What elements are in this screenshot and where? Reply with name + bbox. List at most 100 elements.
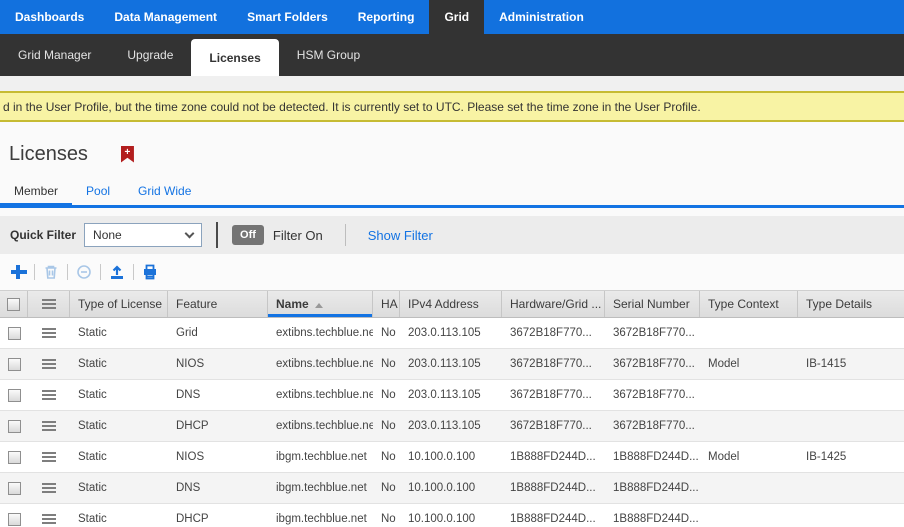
nav-item-dashboards[interactable]: Dashboards	[0, 0, 99, 34]
cell-feature: DNS	[168, 473, 268, 503]
nav-item-smart-folders[interactable]: Smart Folders	[232, 0, 343, 34]
table-row[interactable]: StaticDHCPibgm.techblue.netNo10.100.0.10…	[0, 504, 904, 527]
delete-icon[interactable]	[39, 260, 63, 284]
quick-filter-value: None	[93, 228, 122, 242]
subnav-item-upgrade[interactable]: Upgrade	[109, 34, 191, 76]
row-checkbox[interactable]	[0, 442, 28, 472]
divider	[216, 222, 218, 248]
column-header-type-of-license[interactable]: Type of License	[70, 291, 168, 317]
column-header-name[interactable]: Name	[268, 291, 373, 317]
row-checkbox[interactable]	[0, 318, 28, 348]
divider	[67, 264, 68, 280]
row-menu-icon[interactable]	[28, 504, 70, 527]
table-row[interactable]: StaticGridextibns.techblue.netNo203.0.11…	[0, 318, 904, 349]
disable-icon[interactable]	[72, 260, 96, 284]
cell-ha: No	[373, 380, 400, 410]
cell-type-context	[700, 411, 798, 441]
sort-indicator-bar	[268, 314, 372, 317]
hamburger-icon	[42, 419, 56, 433]
bookmark-add-icon[interactable]: +	[121, 146, 134, 163]
select-all-checkbox[interactable]	[0, 291, 28, 317]
column-header-ipv4-address[interactable]: IPv4 Address	[400, 291, 502, 317]
tab-grid-wide[interactable]: Grid Wide	[124, 180, 205, 205]
nav-item-administration[interactable]: Administration	[484, 0, 599, 34]
cell-name: extibns.techblue.net	[268, 318, 373, 348]
add-icon[interactable]	[6, 260, 30, 284]
title-row: Licenses +	[9, 142, 904, 166]
subnav-item-hsm-group[interactable]: HSM Group	[279, 34, 378, 76]
licenses-table: Type of License Feature Name HA IPv4 Add…	[0, 290, 904, 527]
row-menu-icon[interactable]	[28, 411, 70, 441]
cell-type-context: Model	[700, 349, 798, 379]
cell-serial-number: 1B888FD244D...	[605, 504, 700, 527]
cell-name: ibgm.techblue.net	[268, 504, 373, 527]
spacer-strip	[0, 76, 904, 91]
nav-item-grid[interactable]: Grid	[429, 0, 484, 34]
row-menu-icon[interactable]	[28, 349, 70, 379]
hamburger-icon	[42, 357, 56, 371]
row-menu-icon[interactable]	[28, 473, 70, 503]
checkbox-icon	[8, 513, 21, 526]
cell-serial-number: 1B888FD244D...	[605, 473, 700, 503]
cell-serial-number: 3672B18F770...	[605, 411, 700, 441]
show-filter-link[interactable]: Show Filter	[368, 228, 433, 243]
column-header-ha[interactable]: HA	[373, 291, 400, 317]
cell-serial-number: 3672B18F770...	[605, 318, 700, 348]
nav-item-reporting[interactable]: Reporting	[343, 0, 430, 34]
filter-toggle-button[interactable]: Off	[232, 225, 264, 245]
cell-type-context	[700, 318, 798, 348]
table-row[interactable]: StaticDNSextibns.techblue.netNo203.0.113…	[0, 380, 904, 411]
cell-type-details: IB-1415	[798, 349, 904, 379]
cell-ipv4-address: 203.0.113.105	[400, 411, 502, 441]
cell-type-of-license: Static	[70, 318, 168, 348]
table-header: Type of License Feature Name HA IPv4 Add…	[0, 291, 904, 318]
column-header-type-details[interactable]: Type Details	[798, 291, 904, 317]
row-checkbox[interactable]	[0, 349, 28, 379]
cell-type-context: Model	[700, 442, 798, 472]
subnav-item-grid-manager[interactable]: Grid Manager	[0, 34, 109, 76]
table-row[interactable]: StaticDNSibgm.techblue.netNo10.100.0.100…	[0, 473, 904, 504]
cell-type-details	[798, 318, 904, 348]
row-menu-icon[interactable]	[28, 318, 70, 348]
nav-item-data-management[interactable]: Data Management	[99, 0, 232, 34]
column-header-serial-number[interactable]: Serial Number	[605, 291, 700, 317]
table-row[interactable]: StaticDHCPextibns.techblue.netNo203.0.11…	[0, 411, 904, 442]
table-row[interactable]: StaticNIOSibgm.techblue.netNo10.100.0.10…	[0, 442, 904, 473]
column-header-hardware-grid[interactable]: Hardware/Grid ...	[502, 291, 605, 317]
print-icon[interactable]	[138, 260, 162, 284]
table-row[interactable]: StaticNIOSextibns.techblue.netNo203.0.11…	[0, 349, 904, 380]
export-icon[interactable]	[105, 260, 129, 284]
warning-text: d in the User Profile, but the time zone…	[3, 100, 701, 114]
quick-filter-bar: Quick Filter None Off Filter On Show Fil…	[0, 216, 904, 254]
row-menu-icon[interactable]	[28, 442, 70, 472]
cell-ipv4-address: 203.0.113.105	[400, 318, 502, 348]
cell-hardware-grid: 3672B18F770...	[502, 411, 605, 441]
divider	[345, 224, 346, 246]
cell-type-context	[700, 473, 798, 503]
row-menu-icon[interactable]	[28, 380, 70, 410]
cell-feature: DHCP	[168, 411, 268, 441]
column-header-type-context[interactable]: Type Context	[700, 291, 798, 317]
table-body: StaticGridextibns.techblue.netNo203.0.11…	[0, 318, 904, 527]
checkbox-icon	[8, 389, 21, 402]
primary-nav: Dashboards Data Management Smart Folders…	[0, 0, 904, 34]
row-checkbox[interactable]	[0, 380, 28, 410]
tab-member[interactable]: Member	[0, 180, 72, 205]
quick-filter-dropdown[interactable]: None	[84, 223, 202, 247]
cell-ipv4-address: 203.0.113.105	[400, 380, 502, 410]
cell-hardware-grid: 3672B18F770...	[502, 380, 605, 410]
tab-pool[interactable]: Pool	[72, 180, 124, 205]
cell-feature: Grid	[168, 318, 268, 348]
header-menu-icon[interactable]	[28, 291, 70, 317]
warning-banner: d in the User Profile, but the time zone…	[0, 91, 904, 122]
column-header-feature[interactable]: Feature	[168, 291, 268, 317]
cell-type-of-license: Static	[70, 349, 168, 379]
cell-hardware-grid: 3672B18F770...	[502, 318, 605, 348]
subnav-item-licenses[interactable]: Licenses	[191, 39, 278, 76]
row-checkbox[interactable]	[0, 411, 28, 441]
row-checkbox[interactable]	[0, 473, 28, 503]
row-checkbox[interactable]	[0, 504, 28, 527]
cell-hardware-grid: 1B888FD244D...	[502, 473, 605, 503]
checkbox-icon	[8, 327, 21, 340]
cell-name: ibgm.techblue.net	[268, 473, 373, 503]
